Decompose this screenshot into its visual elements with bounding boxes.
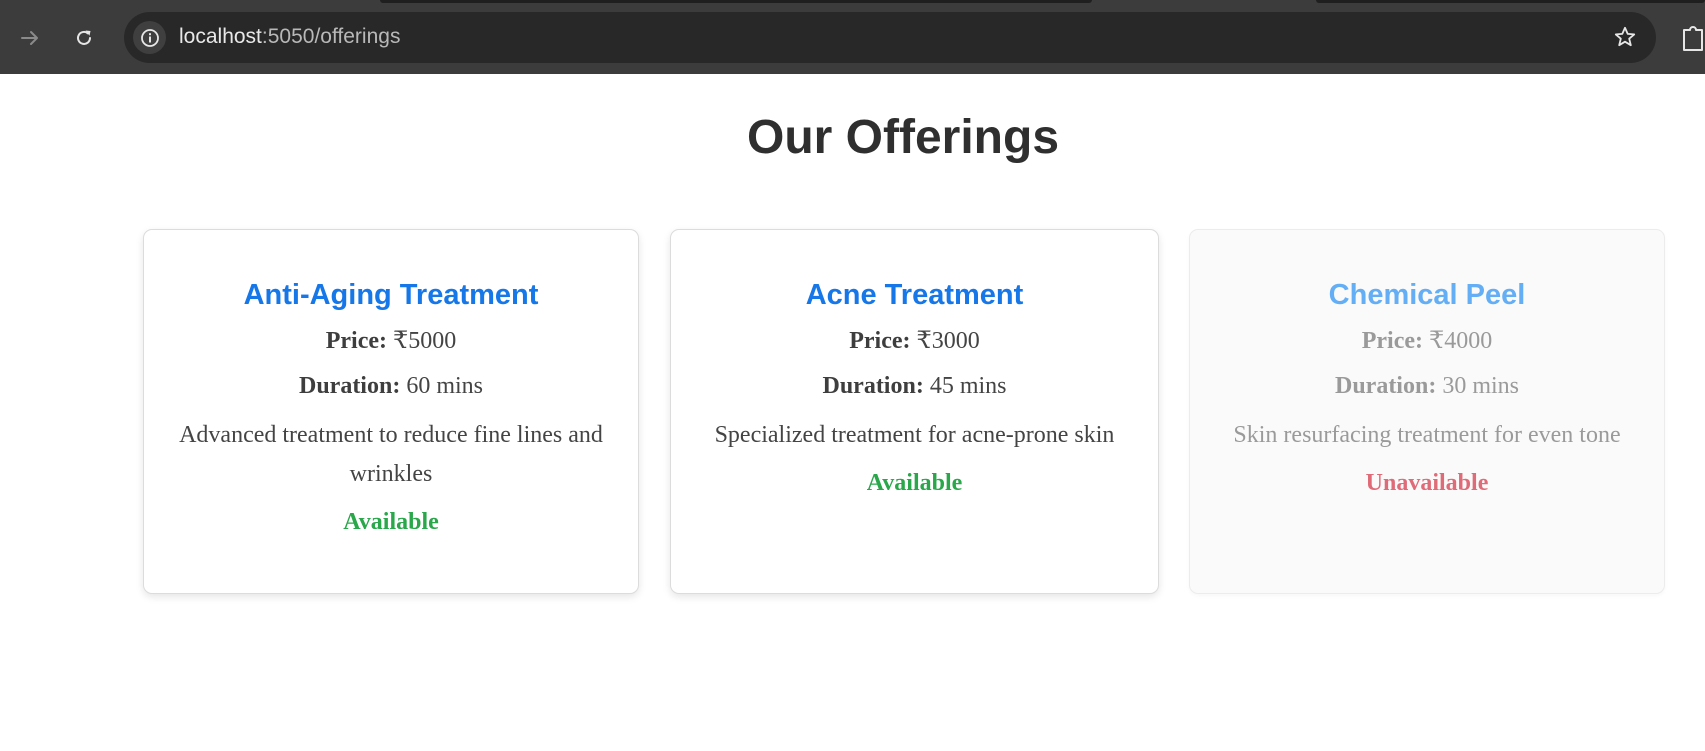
bookmark-button[interactable] bbox=[1612, 24, 1638, 50]
page-title: Our Offerings bbox=[746, 111, 1060, 164]
reload-icon bbox=[77, 30, 91, 45]
offering-description: Specialized treatment for acne-prone ski… bbox=[714, 422, 1115, 449]
address-bar[interactable]: localhost:5050/offerings bbox=[124, 12, 1656, 63]
price-value: ₹4000 bbox=[1429, 327, 1493, 354]
duration-label: Duration: bbox=[298, 372, 401, 399]
tab-strip-edge bbox=[1316, 0, 1705, 3]
offering-card-chemical-peel: Chemical Peel Price: ₹4000 Duration: 30 … bbox=[1189, 229, 1665, 594]
url-host: localhost bbox=[179, 25, 262, 48]
url-text[interactable]: localhost:5050/offerings bbox=[179, 25, 400, 49]
offering-card-anti-aging: Anti-Aging Treatment Price: ₹5000 Durati… bbox=[143, 229, 639, 594]
offering-price: Price: ₹4000 bbox=[1208, 327, 1646, 356]
price-value: ₹3000 bbox=[916, 327, 980, 354]
offering-price: Price: ₹3000 bbox=[689, 327, 1140, 356]
offering-card-acne: Acne Treatment Price: ₹3000 Duration: 45… bbox=[670, 229, 1159, 594]
availability-status: Available bbox=[343, 509, 439, 536]
offering-description: Advanced treatment to reduce fine lines … bbox=[179, 422, 603, 488]
site-info-button[interactable] bbox=[133, 21, 166, 54]
url-path: :5050/offerings bbox=[261, 25, 401, 48]
duration-label: Duration: bbox=[1334, 372, 1437, 399]
forward-button[interactable] bbox=[14, 22, 46, 54]
forward-icon bbox=[21, 31, 38, 45]
offering-description: Skin resurfacing treatment for even tone bbox=[1233, 422, 1621, 449]
extensions-button[interactable] bbox=[1680, 22, 1705, 52]
availability-status: Available bbox=[866, 470, 963, 497]
offering-price: Price: ₹5000 bbox=[162, 327, 620, 356]
availability-status: Unavailable bbox=[1365, 470, 1489, 497]
duration-value: 60 mins bbox=[406, 372, 484, 399]
bookmark-star-icon bbox=[1614, 26, 1636, 47]
price-label: Price: bbox=[325, 327, 387, 354]
offering-duration: Duration: 45 mins bbox=[689, 372, 1140, 401]
extensions-icon bbox=[1683, 26, 1703, 51]
offering-title: Anti-Aging Treatment bbox=[243, 279, 539, 311]
duration-value: 45 mins bbox=[929, 372, 1007, 399]
price-label: Price: bbox=[849, 327, 911, 354]
offering-title: Chemical Peel bbox=[1328, 279, 1526, 311]
tab-strip-edge bbox=[380, 0, 1092, 3]
site-info-icon bbox=[140, 28, 159, 47]
offering-title: Acne Treatment bbox=[805, 279, 1024, 311]
price-value: ₹5000 bbox=[393, 327, 457, 354]
browser-toolbar: localhost:5050/offerings bbox=[0, 0, 1705, 74]
reload-button[interactable] bbox=[68, 22, 100, 54]
duration-value: 30 mins bbox=[1442, 372, 1520, 399]
duration-label: Duration: bbox=[822, 372, 924, 399]
offering-duration: Duration: 60 mins bbox=[162, 372, 620, 401]
offering-duration: Duration: 30 mins bbox=[1208, 372, 1646, 401]
price-label: Price: bbox=[1361, 327, 1423, 354]
